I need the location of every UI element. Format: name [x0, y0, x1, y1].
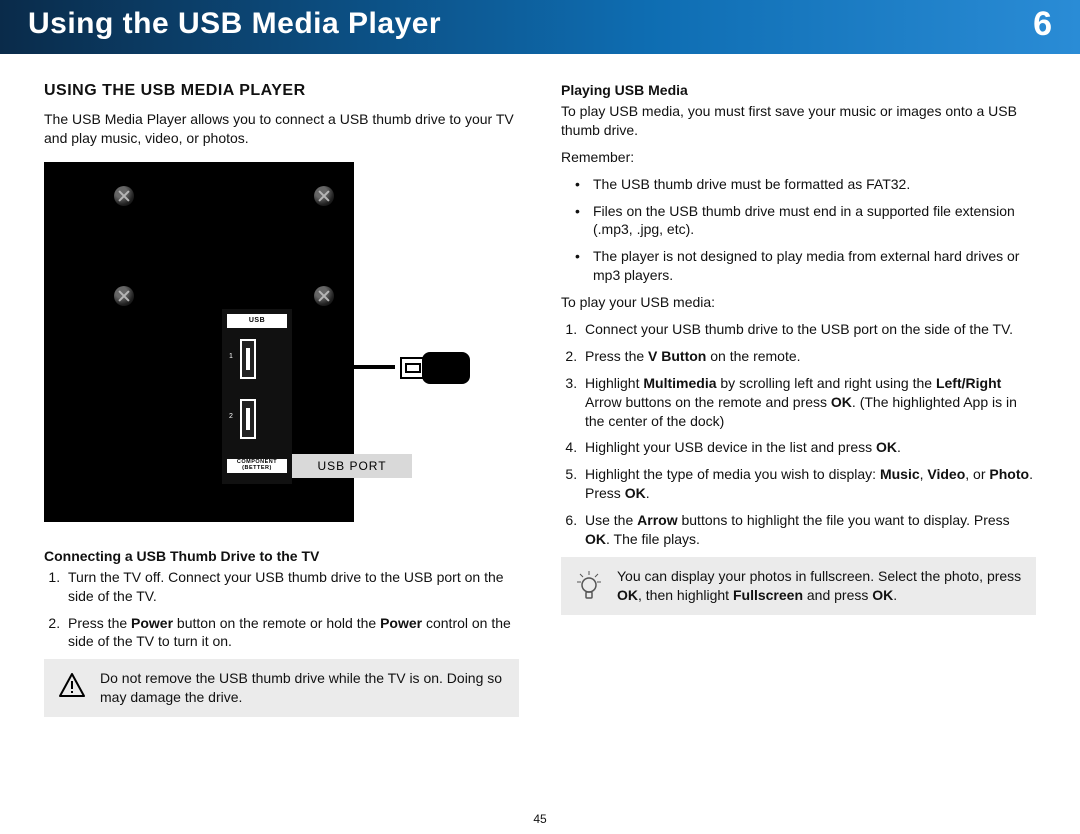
warning-icon	[58, 669, 86, 697]
list-item: Highlight the type of media you wish to …	[581, 465, 1036, 503]
list-item: Press the Power button on the remote or …	[64, 614, 519, 652]
steps-intro: To play your USB media:	[561, 293, 1036, 312]
warning-text: Do not remove the USB thumb drive while …	[100, 669, 505, 707]
component-label: COMPONENT (BETTER)	[227, 459, 287, 473]
list-item: Use the Arrow buttons to highlight the f…	[581, 511, 1036, 549]
callout-usb-port: USB PORT	[292, 454, 412, 478]
subheading-play: Playing USB Media	[561, 82, 1036, 98]
usb-label: USB	[227, 314, 287, 328]
list-item: Highlight Multimedia by scrolling left a…	[581, 374, 1036, 431]
list-item: The USB thumb drive must be formatted as…	[581, 175, 1036, 194]
left-column: USING THE USB MEDIA PLAYER The USB Media…	[44, 82, 519, 717]
lightbulb-icon	[575, 567, 603, 601]
section-heading: USING THE USB MEDIA PLAYER	[44, 82, 519, 100]
intro-text: The USB Media Player allows you to conne…	[44, 110, 519, 148]
tip-note: You can display your photos in fullscree…	[561, 557, 1036, 615]
play-steps: Connect your USB thumb drive to the USB …	[561, 320, 1036, 549]
play-intro: To play USB media, you must first save y…	[561, 102, 1036, 140]
list-item: Press the V Button on the remote.	[581, 347, 1036, 366]
warning-note: Do not remove the USB thumb drive while …	[44, 659, 519, 717]
list-item: The player is not designed to play media…	[581, 247, 1036, 285]
remember-label: Remember:	[561, 148, 1036, 167]
subheading-connect: Connecting a USB Thumb Drive to the TV	[44, 548, 519, 564]
right-column: Playing USB Media To play USB media, you…	[561, 82, 1036, 717]
list-item: Highlight your USB device in the list an…	[581, 438, 1036, 457]
usb-thumb-drive-icon	[400, 352, 470, 384]
list-item: Turn the TV off. Connect your USB thumb …	[64, 568, 519, 606]
page-number: 45	[0, 812, 1080, 826]
connect-steps: Turn the TV off. Connect your USB thumb …	[44, 568, 519, 652]
chapter-title: Using the USB Media Player	[28, 7, 441, 41]
remember-list: The USB thumb drive must be formatted as…	[561, 175, 1036, 285]
arrow-left-icon	[309, 347, 399, 387]
tip-text: You can display your photos in fullscree…	[617, 567, 1022, 605]
list-item: Files on the USB thumb drive must end in…	[581, 202, 1036, 240]
figure-usb-port: USB 1 2 COMPONENT (BETTER) USB PORT	[44, 162, 519, 534]
chapter-header: Using the USB Media Player 6	[0, 0, 1080, 54]
chapter-number: 6	[1033, 5, 1052, 44]
list-item: Connect your USB thumb drive to the USB …	[581, 320, 1036, 339]
